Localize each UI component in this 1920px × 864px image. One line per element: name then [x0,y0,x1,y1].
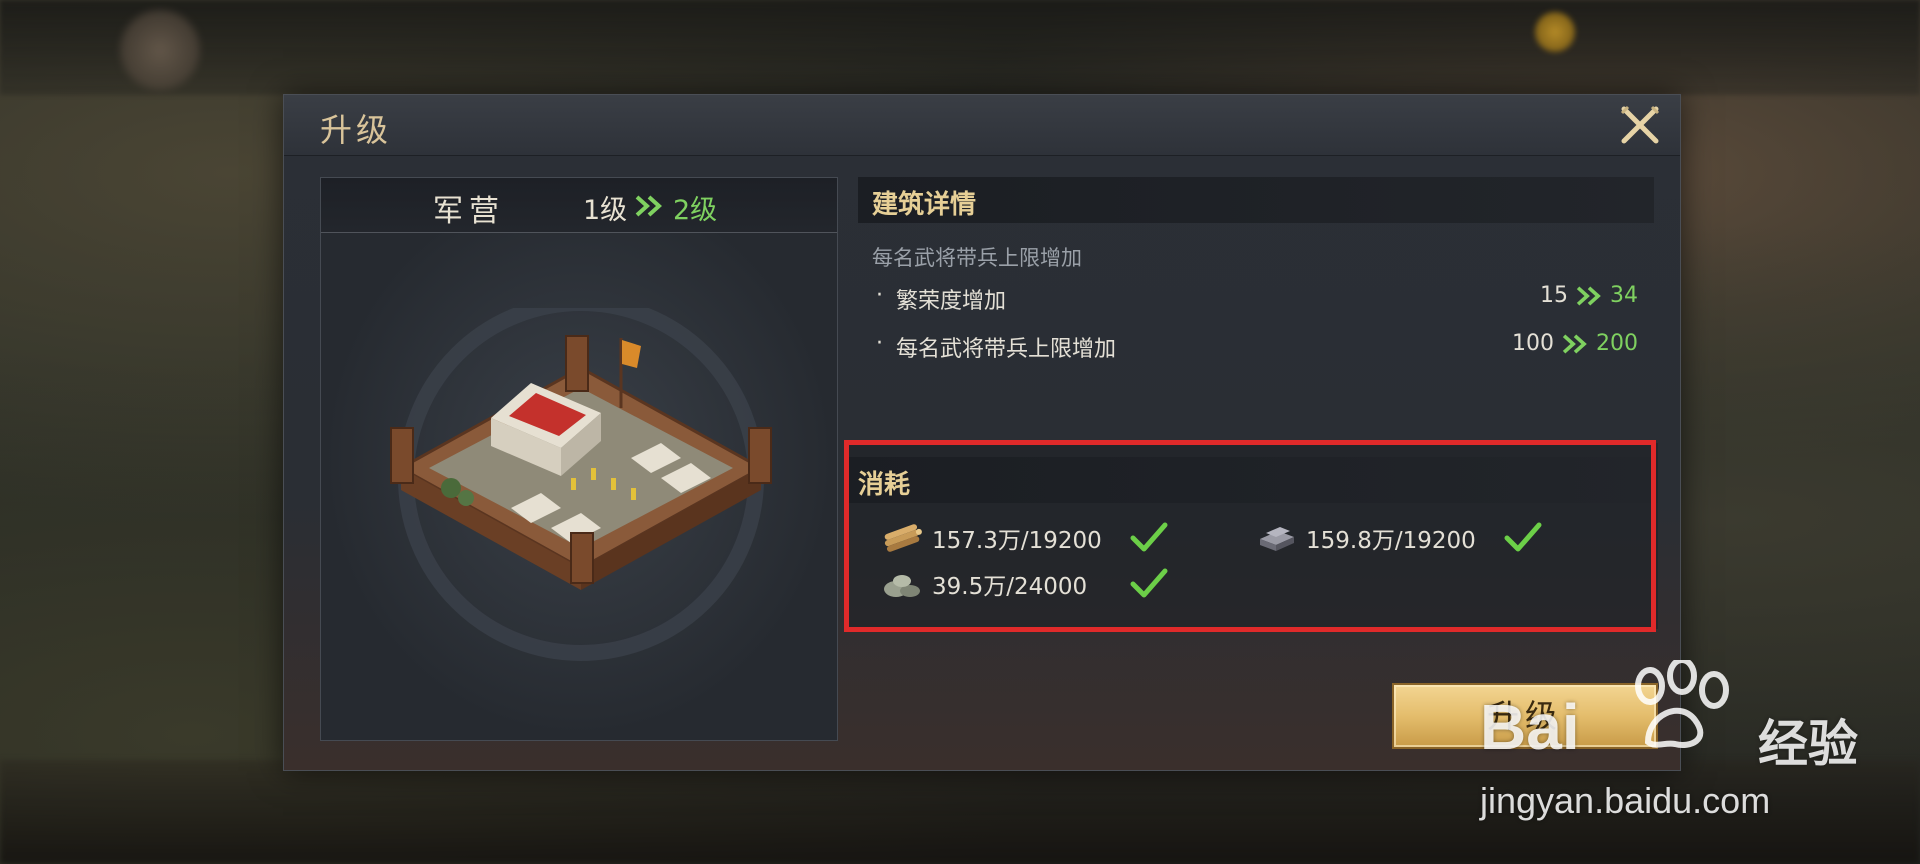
detail-row-label: 繁荣度增加 [896,289,1007,314]
level-from: 1级 [583,195,628,226]
value-arrow-icon [1562,333,1587,354]
barracks-building-icon [390,308,772,661]
background-coin-icon [1535,12,1575,52]
check-icon [1504,522,1542,552]
bullet: · [876,283,883,308]
iron-ingot-icon [1260,527,1294,551]
dialog-header: 升级 [284,95,1680,156]
building-panel: 军营 1级 2级 [320,177,838,741]
stone-icon [884,575,920,597]
cost-header: 消耗 [844,457,1658,503]
cost-title: 消耗 [858,470,911,500]
level-arrow-icon [635,195,662,217]
upgrade-button-label: 升级 [1486,697,1563,735]
background-bottom-bar [0,760,1920,864]
cost-item-stone: 39.5万/24000 [880,567,1240,601]
close-crossed-swords-icon [1620,105,1660,144]
cost-item-wood: 157.3万/19200 [880,521,1240,555]
cost-amount: 159.8万/19200 [1306,528,1476,554]
detail-row-label: 每名武将带兵上限增加 [896,337,1117,362]
check-icon [1130,568,1168,598]
details-header: 建筑详情 [858,177,1654,223]
details-subtitle: 每名武将带兵上限增加 [872,246,1082,270]
detail-row-troop-cap: · 每名武将带兵上限增加 100 200 [876,331,1638,362]
dialog-title: 升级 [320,111,393,149]
cost-section: 消耗 157.3万/19200 159.8万/19200 39.5万/24000 [844,443,1658,629]
wood-logs-icon [884,524,922,552]
background-top-bar [0,0,1920,95]
value-arrow-icon [1576,285,1601,306]
detail-value-from: 15 [1540,283,1568,308]
building-name: 军营 [433,194,505,229]
building-header: 军营 1级 2级 [321,178,837,233]
check-icon [1130,522,1168,552]
detail-value-to: 34 [1610,283,1638,308]
cost-item-iron: 159.8万/19200 [1254,521,1614,555]
detail-row-prosperity: · 繁荣度增加 15 34 [876,283,1638,314]
detail-value-to: 200 [1596,331,1638,356]
detail-value-from: 100 [1512,331,1554,356]
upgrade-dialog: 升级 军营 1级 2级 建筑详情 每名武将带兵上限增加 · 繁荣度增加 15 3… [283,94,1681,771]
details-title: 建筑详情 [872,190,977,220]
level-to: 2级 [673,195,718,226]
background-avatar [120,10,200,90]
upgrade-button[interactable]: 升级 [1392,683,1658,749]
cost-amount: 39.5万/24000 [932,574,1088,600]
close-button[interactable] [1618,103,1662,147]
bullet: · [876,331,883,356]
cost-amount: 157.3万/19200 [932,528,1102,554]
